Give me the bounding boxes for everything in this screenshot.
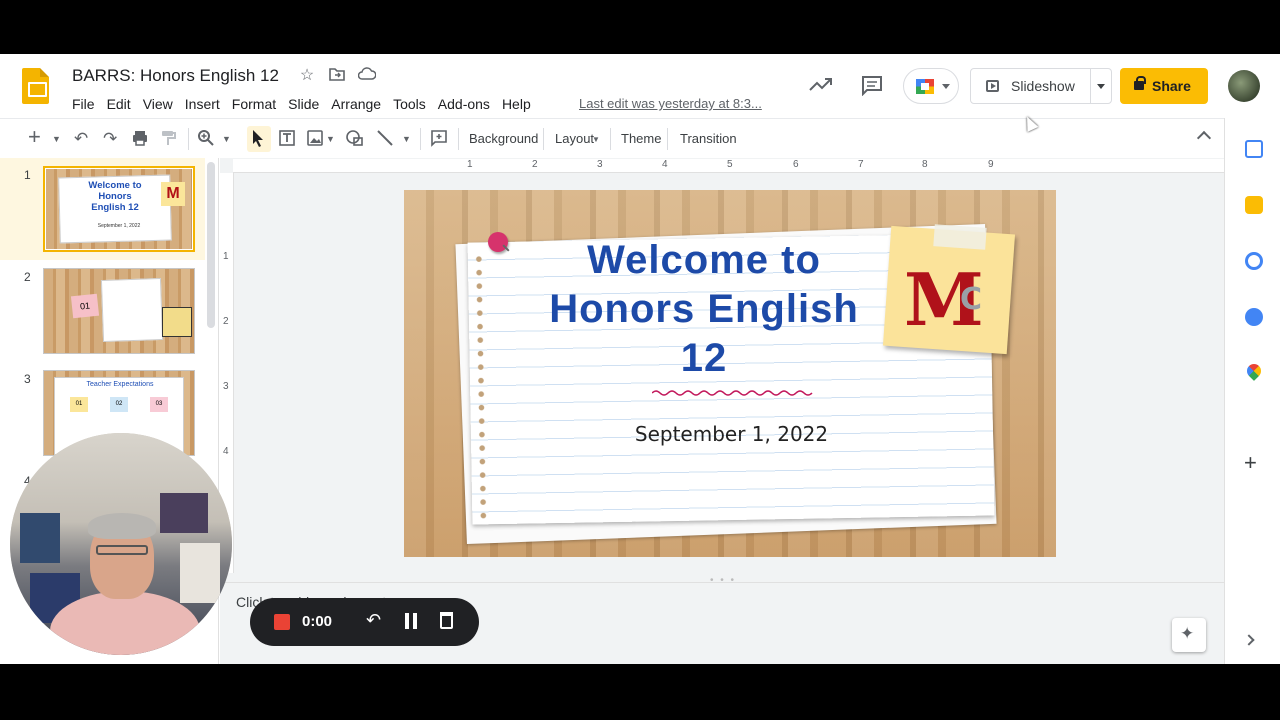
menu-edit[interactable]: Edit	[101, 94, 137, 114]
zoom-icon[interactable]	[197, 129, 215, 149]
shape-icon[interactable]	[345, 129, 365, 149]
menu-add-ons[interactable]: Add-ons	[432, 94, 496, 114]
share-button[interactable]: Share	[1120, 68, 1208, 104]
menu-arrange[interactable]: Arrange	[325, 94, 387, 114]
zoom-dropdown-icon[interactable]: ▼	[222, 129, 231, 149]
new-slide-layout-dropdown-icon[interactable]: ▼	[52, 129, 61, 149]
slide-title[interactable]: Welcome to Honors English 12	[534, 236, 874, 383]
maps-icon[interactable]	[1244, 361, 1264, 381]
tasks-icon[interactable]	[1245, 252, 1263, 270]
share-label: Share	[1152, 78, 1191, 94]
thumb-title: Welcome to Honors English 12	[88, 180, 142, 213]
menu-tools[interactable]: Tools	[387, 94, 432, 114]
comment-history-icon[interactable]	[860, 74, 884, 97]
webcam-overlay	[10, 433, 232, 655]
slide-date[interactable]: September 1, 2022	[604, 422, 859, 446]
lock-icon	[1134, 76, 1146, 90]
avatar[interactable]	[1228, 70, 1260, 102]
paint-format-icon[interactable]	[160, 129, 176, 149]
calendar-icon[interactable]	[1245, 140, 1263, 158]
keep-icon[interactable]	[1245, 196, 1263, 214]
line-icon[interactable]	[376, 129, 394, 149]
pushpin-icon	[488, 232, 508, 252]
thumb-title: Teacher Expectations	[86, 381, 154, 388]
present-icon	[986, 80, 999, 92]
slideshow-button[interactable]: Slideshow	[970, 68, 1112, 104]
show-side-panel-icon[interactable]	[1243, 634, 1255, 646]
background-button[interactable]: Background	[469, 131, 538, 146]
side-panel: +	[1224, 118, 1280, 664]
thumb-badge: 01	[70, 293, 100, 319]
undo-icon[interactable]: ↶	[74, 129, 88, 149]
menu-format[interactable]: Format	[226, 94, 282, 114]
thumb-logo: M	[161, 182, 185, 206]
slide-1-canvas[interactable]: Welcome to Honors English 12 September 1…	[404, 190, 1056, 557]
school-logo-c: C	[960, 282, 983, 317]
last-edit-link[interactable]: Last edit was yesterday at 8:3...	[579, 96, 762, 111]
line-dropdown-icon[interactable]: ▼	[402, 129, 411, 149]
layout-dropdown-icon[interactable]: ▼	[592, 130, 600, 150]
activity-trend-icon[interactable]	[808, 74, 834, 94]
select-arrow-icon[interactable]	[251, 129, 265, 149]
image-icon[interactable]	[306, 129, 324, 149]
document-title[interactable]: BARRS: Honors English 12	[72, 66, 279, 86]
thumb-date: September 1, 2022	[97, 223, 141, 229]
slide-thumbnail-2[interactable]: 01	[43, 268, 195, 354]
toolbar: + ▼ ↶ ↷ ▼ ▼ ▼ Background Layout ▼ Theme …	[0, 118, 1224, 158]
meet-button[interactable]	[903, 68, 959, 104]
image-dropdown-icon[interactable]: ▼	[326, 129, 335, 149]
text-box-icon[interactable]	[278, 129, 296, 149]
squiggle-underline	[652, 390, 813, 396]
transition-button[interactable]: Transition	[680, 131, 737, 146]
cloud-saved-icon[interactable]	[357, 67, 377, 85]
explore-icon[interactable]	[1172, 618, 1206, 652]
slideshow-dropdown-icon[interactable]	[1097, 84, 1105, 89]
recording-controls: 0:00 ↶	[250, 598, 479, 646]
print-icon[interactable]	[131, 129, 149, 149]
add-comment-icon[interactable]	[430, 129, 448, 149]
delete-icon[interactable]	[440, 612, 453, 629]
theme-button[interactable]: Theme	[621, 131, 661, 146]
menu-help[interactable]: Help	[496, 94, 537, 114]
stop-recording-icon[interactable]	[274, 614, 290, 630]
slide-number: 3	[24, 372, 31, 386]
chevron-down-icon	[942, 84, 950, 89]
thumb-item: 02	[110, 397, 128, 412]
meet-icon	[916, 79, 934, 94]
move-folder-icon[interactable]	[328, 67, 346, 85]
restart-icon[interactable]: ↶	[366, 610, 381, 631]
slides-logo-icon[interactable]	[22, 68, 49, 104]
new-slide-icon[interactable]: +	[28, 126, 41, 148]
menu-file[interactable]: File	[66, 94, 101, 114]
add-addon-icon[interactable]: +	[1244, 450, 1257, 476]
layout-button[interactable]: Layout	[555, 131, 594, 146]
slide-number: 1	[24, 168, 31, 182]
collapse-menus-icon[interactable]	[1196, 130, 1212, 146]
slide-thumbnail-1[interactable]: Welcome to Honors English 12 September 1…	[43, 166, 195, 252]
slide-number: 2	[24, 270, 31, 284]
redo-icon[interactable]: ↷	[103, 129, 117, 149]
horizontal-ruler: 1 2 3 4 5 6 7 8 9	[233, 159, 1224, 173]
pause-icon[interactable]	[405, 613, 417, 629]
thumb-item: 01	[70, 397, 88, 412]
recording-timer: 0:00	[302, 613, 333, 630]
thumb-item: 03	[150, 397, 168, 412]
menu-insert[interactable]: Insert	[179, 94, 226, 114]
slideshow-label: Slideshow	[1011, 78, 1075, 94]
filmstrip-scrollbar[interactable]	[207, 162, 215, 328]
star-icon[interactable]: ☆	[298, 67, 316, 85]
menu-bar: File Edit View Insert Format Slide Arran…	[66, 94, 537, 114]
menu-slide[interactable]: Slide	[282, 94, 325, 114]
menu-view[interactable]: View	[137, 94, 179, 114]
contacts-icon[interactable]	[1245, 308, 1263, 326]
